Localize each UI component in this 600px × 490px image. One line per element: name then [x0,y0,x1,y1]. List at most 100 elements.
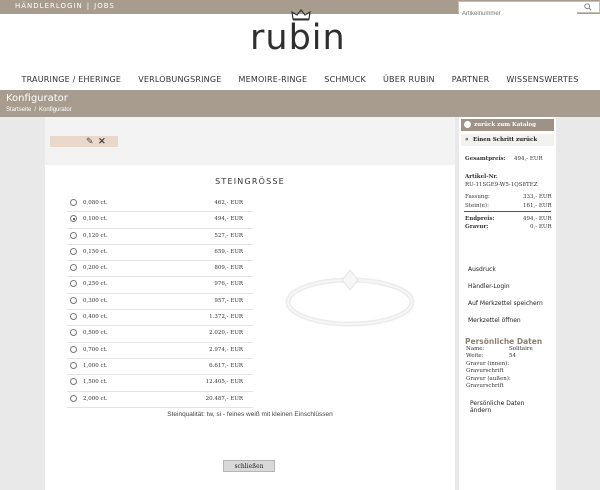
print-button[interactable]: Ausdruck [462,262,546,277]
fassung-label: Fassung: [465,194,490,200]
stone-size-carat: 0,150 ct. [83,248,108,255]
stone-size-radio[interactable] [70,215,77,223]
stone-size-row[interactable]: 2,000 ct. 20.487,- EUR [67,392,253,408]
nav-ueber-rubin[interactable]: ÜBER RUBIN [383,75,435,84]
chip-actions: ✎ ✕ [86,136,106,147]
stone-size-price: 976,- EUR [214,281,243,288]
stone-size-row[interactable]: 0,080 ct. 462,- EUR [67,196,253,213]
stone-size-radio[interactable] [70,231,77,239]
pd-gravur-aussen-label: Gravur (außen): [466,376,511,382]
total-label: Gesamtpreis: [465,156,506,162]
stone-size-radio[interactable] [70,247,77,255]
breadcrumb-separator: / [34,107,37,113]
open-wishlist-button[interactable]: Merkzettel öffnen [462,313,546,328]
stone-size-radio[interactable] [70,313,77,321]
divider [464,211,551,212]
stone-size-radio[interactable] [70,361,77,369]
article-search-input[interactable] [459,9,577,19]
nav-wissenswertes[interactable]: WISSENSWERTES [506,75,578,84]
stone-size-list: 0,080 ct. 462,- EUR 0,100 ct. 494,- EUR 0,12… [67,196,253,408]
article-search [458,1,600,19]
article-number: RU-11SGE9-W5-1QS8TEZ [465,182,538,188]
nav-trauringe[interactable]: TRAURINGE / EHERINGE [22,75,122,84]
stein-label: Stein(e): [465,203,489,209]
stone-size-carat: 0,100 ct. [83,216,108,223]
breadcrumb-home[interactable]: Startseite [6,107,31,113]
stone-size-radio[interactable] [70,264,77,272]
stone-size-radio[interactable] [70,378,77,386]
nav-memoire-ringe[interactable]: MEMOIRE-RINGE [239,75,308,84]
pd-weite-value: 54 [509,353,516,359]
stone-size-price: 659,- EUR [214,248,243,255]
stone-size-carat: 0,200 ct. [83,265,108,272]
stone-size-radio[interactable] [70,296,77,304]
pd-name-value: Solitaire [509,346,533,352]
stone-size-carat: 0,080 ct. [83,200,108,206]
modal-title: STEINGRÖSSE [215,177,285,186]
stone-size-radio[interactable] [70,329,77,337]
edit-icon[interactable]: ✎ [86,136,94,146]
stone-size-carat: 0,500 ct. [83,330,108,337]
double-arrow-left-icon: « [465,136,469,143]
pd-gravurschrift-aussen-label: Gravurschrift [466,383,504,389]
stone-size-radio[interactable] [70,280,77,288]
stone-size-row[interactable]: 0,200 ct. 809,- EUR [67,261,253,278]
ring-image [285,269,415,327]
stone-size-radio[interactable] [70,394,77,402]
stone-size-row[interactable]: 0,150 ct. 659,- EUR [67,245,253,262]
endpreis-value: 494,- EUR [523,216,552,222]
stone-size-carat: 2,000 ct. [83,395,108,402]
stone-size-price: 462,- EUR [214,200,243,206]
article-label: Artikel-Nr. [465,174,498,180]
stone-size-price: 957,- EUR [214,297,243,304]
search-icon[interactable] [584,3,592,11]
stone-size-carat: 0,300 ct. [83,297,108,304]
breadcrumb: Startseite / Konfigurator [6,107,72,113]
step-back-button[interactable]: « Einen Schritt zurück [461,134,554,146]
dealer-login-button[interactable]: Händler-Login [462,279,546,294]
back-arrow-icon [464,121,471,128]
stone-size-row[interactable]: 0,700 ct. 2.974,- EUR [67,343,253,359]
stone-size-radio[interactable] [70,345,77,353]
stone-size-row[interactable]: 0,500 ct. 2.020,- EUR [67,326,253,343]
stone-size-carat: 1,500 ct. [83,379,108,386]
pd-gravurschrift-innen-label: Gravurschrift [466,368,504,374]
stone-size-row[interactable]: 1,000 ct. 6.617,- EUR [67,359,253,376]
stone-size-carat: 0,120 ct. [83,232,108,239]
stone-size-row[interactable]: 0,250 ct. 976,- EUR [67,277,253,294]
change-personal-data-button[interactable]: Persönliche Daten ändern [466,396,546,414]
back-to-catalog-button[interactable]: zurück zum Katalog [461,119,554,131]
stone-size-price: 527,- EUR [214,232,243,239]
stone-size-carat: 0,700 ct. [83,346,108,353]
stone-size-price: 6.617,- EUR [209,362,243,369]
top-links: HÄNDLERLOGIN | JOBS [15,2,115,10]
nav-verlobungsringe[interactable]: VERLOBUNGSRINGE [138,75,221,84]
nav-schmuck[interactable]: SCHMUCK [324,75,366,84]
config-step-chip[interactable] [50,136,118,147]
stone-size-price: 809,- EUR [214,265,243,272]
top-links-separator: | [86,2,91,10]
fassung-value: 333,- EUR [523,194,552,200]
jobs-link[interactable]: JOBS [94,2,115,10]
stone-size-row[interactable]: 0,100 ct. 494,- EUR [67,212,253,229]
stone-size-carat: 0,250 ct. [83,281,108,288]
close-icon[interactable]: ✕ [98,136,106,146]
stone-quality-text: Steinqualität: tw, si - feines weiß mit … [167,411,333,418]
stone-size-price: 20.487,- EUR [205,395,243,402]
save-wishlist-button[interactable]: Auf Merkzettel speichern [462,296,546,311]
rubin-logo[interactable]: rubin [250,18,346,58]
personal-data-title: Persönliche Daten [465,337,543,346]
stone-size-row[interactable]: 1,500 ct. 12.405,- EUR [67,375,253,392]
stone-size-row[interactable]: 0,120 ct. 527,- EUR [67,229,253,245]
stone-size-price: 2.020,- EUR [209,330,243,337]
stone-size-radio[interactable] [70,199,77,206]
stone-size-price: 2.974,- EUR [209,346,243,353]
total-value: 494,- EUR [514,156,543,162]
page-title: Konfigurator [6,93,68,104]
close-modal-button[interactable]: schließen [223,460,275,472]
stone-size-price: 1.372,- EUR [209,314,243,321]
stone-size-row[interactable]: 0,400 ct. 1.372,- EUR [67,310,253,327]
nav-partner[interactable]: PARTNER [452,75,490,84]
stone-size-row[interactable]: 0,300 ct. 957,- EUR [67,294,253,311]
haendlerlogin-link[interactable]: HÄNDLERLOGIN [15,2,83,10]
